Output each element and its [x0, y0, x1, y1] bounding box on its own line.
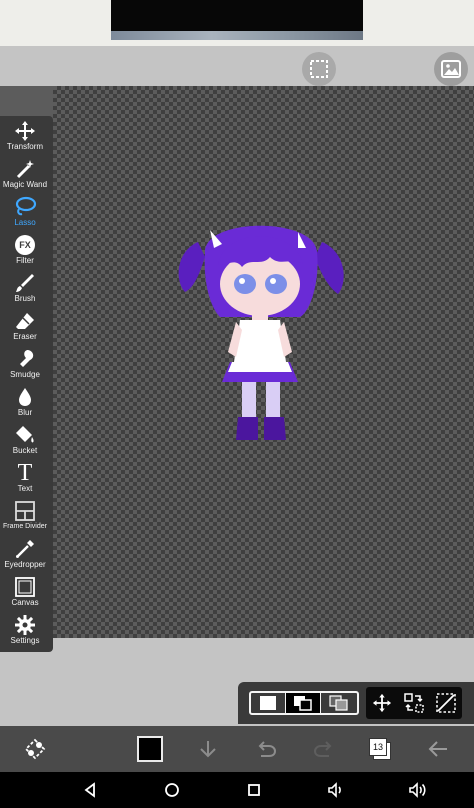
image-icon	[441, 60, 461, 78]
selection-mode-group	[249, 691, 359, 715]
nav-back-button[interactable]	[70, 772, 110, 808]
redo-button[interactable]	[310, 726, 338, 772]
tool-label: Eraser	[13, 332, 37, 341]
nav-home-button[interactable]	[152, 772, 192, 808]
circle-home-icon	[165, 783, 179, 797]
bucket-icon	[16, 426, 34, 443]
shape-tool-icon	[24, 738, 46, 760]
lasso-icon	[15, 196, 37, 216]
undo-button[interactable]	[252, 726, 280, 772]
clear-selection-button[interactable]	[430, 687, 462, 719]
tool-label: Brush	[14, 294, 36, 303]
layer-count: 13	[372, 742, 383, 752]
text-icon: T	[17, 460, 33, 486]
volume-down-button[interactable]	[316, 772, 356, 808]
tool-magic-wand[interactable]: Magic Wand	[0, 158, 50, 196]
tool-eraser[interactable]: Eraser	[0, 310, 50, 348]
tool-label: Smudge	[10, 370, 40, 379]
color-picker-button[interactable]	[134, 726, 166, 772]
tool-transform[interactable]: Transform	[0, 120, 50, 158]
arrow-left-icon	[428, 741, 447, 757]
fx-icon: FX	[15, 235, 35, 255]
mode-new-button[interactable]	[251, 693, 286, 713]
character-artwork	[178, 225, 344, 440]
nav-recents-button[interactable]	[234, 772, 274, 808]
tool-frame-divider[interactable]: Frame Divider	[0, 500, 50, 538]
volume-up-button[interactable]	[398, 772, 438, 808]
tool-smudge[interactable]: Smudge	[0, 348, 50, 386]
eyedropper-icon	[16, 540, 34, 558]
mode-subtract-button[interactable]	[321, 693, 356, 713]
layers-icon: 13	[369, 738, 391, 760]
tool-palette: Transform Magic Wand Lasso FX Filter Bru…	[0, 116, 53, 652]
tool-label: Transform	[6, 142, 44, 151]
brush-icon	[16, 274, 34, 292]
frame-divider-icon	[15, 501, 35, 521]
tool-label: Canvas	[11, 598, 39, 607]
subtract-squares-icon	[328, 695, 348, 711]
eraser-icon	[16, 313, 34, 329]
undo-icon	[258, 741, 277, 757]
tool-blur[interactable]: Blur	[0, 386, 50, 424]
quick-tool-button[interactable]	[18, 726, 52, 772]
swap-selection-button[interactable]	[398, 687, 430, 719]
gear-icon	[15, 615, 35, 635]
dashed-selection-icon	[310, 60, 328, 78]
drop-icon	[19, 388, 31, 406]
redo-icon	[313, 741, 332, 757]
ad-area	[0, 0, 474, 46]
tool-label: Magic Wand	[2, 180, 48, 189]
triangle-back-icon	[84, 782, 95, 798]
tool-label: Filter	[16, 256, 34, 265]
system-nav-bar	[0, 772, 474, 808]
tool-label: Frame Divider	[3, 523, 47, 530]
tool-label: Blur	[17, 408, 33, 417]
tool-brush[interactable]: Brush	[0, 272, 50, 310]
tool-label: Text	[17, 484, 33, 493]
image-import-button[interactable]	[434, 52, 468, 86]
bottom-toolbar: 13	[0, 726, 474, 772]
tool-bucket[interactable]: Bucket	[0, 424, 50, 462]
deselect-icon	[436, 693, 456, 713]
app-root: Transform Magic Wand Lasso FX Filter Bru…	[0, 0, 474, 808]
white-square-icon	[260, 696, 276, 710]
arrow-down-icon	[200, 741, 216, 758]
volume-high-icon	[409, 782, 426, 798]
canvas-icon	[15, 577, 35, 597]
tool-text[interactable]: T Text	[0, 460, 50, 500]
tool-filter[interactable]: FX Filter	[0, 234, 50, 272]
move-selection-button[interactable]	[366, 687, 398, 719]
ad-banner[interactable]	[111, 0, 363, 40]
current-color-swatch	[137, 736, 163, 762]
tool-canvas[interactable]: Canvas	[0, 576, 50, 614]
tool-label: Lasso	[14, 218, 36, 227]
tool-settings[interactable]: Settings	[0, 614, 50, 652]
tool-lasso[interactable]: Lasso	[0, 196, 50, 234]
smudge-icon	[20, 350, 34, 367]
tool-eyedropper[interactable]: Eyedropper	[0, 538, 50, 576]
mode-add-button[interactable]	[286, 693, 321, 713]
selection-action-group	[366, 687, 462, 719]
square-recents-icon	[248, 784, 260, 796]
tool-label: Bucket	[12, 446, 38, 455]
swap-icon	[404, 693, 424, 713]
volume-low-icon	[328, 782, 341, 798]
selection-button[interactable]	[302, 52, 336, 86]
move-arrows-icon	[372, 693, 392, 713]
tool-label: Settings	[10, 636, 40, 645]
download-button[interactable]	[194, 726, 222, 772]
tool-label: Eyedropper	[4, 560, 46, 569]
move-arrows-icon	[15, 121, 35, 141]
back-button[interactable]	[424, 726, 452, 772]
layers-button[interactable]: 13	[366, 726, 394, 772]
magic-wand-icon	[16, 160, 34, 179]
overlap-squares-icon	[294, 696, 312, 711]
